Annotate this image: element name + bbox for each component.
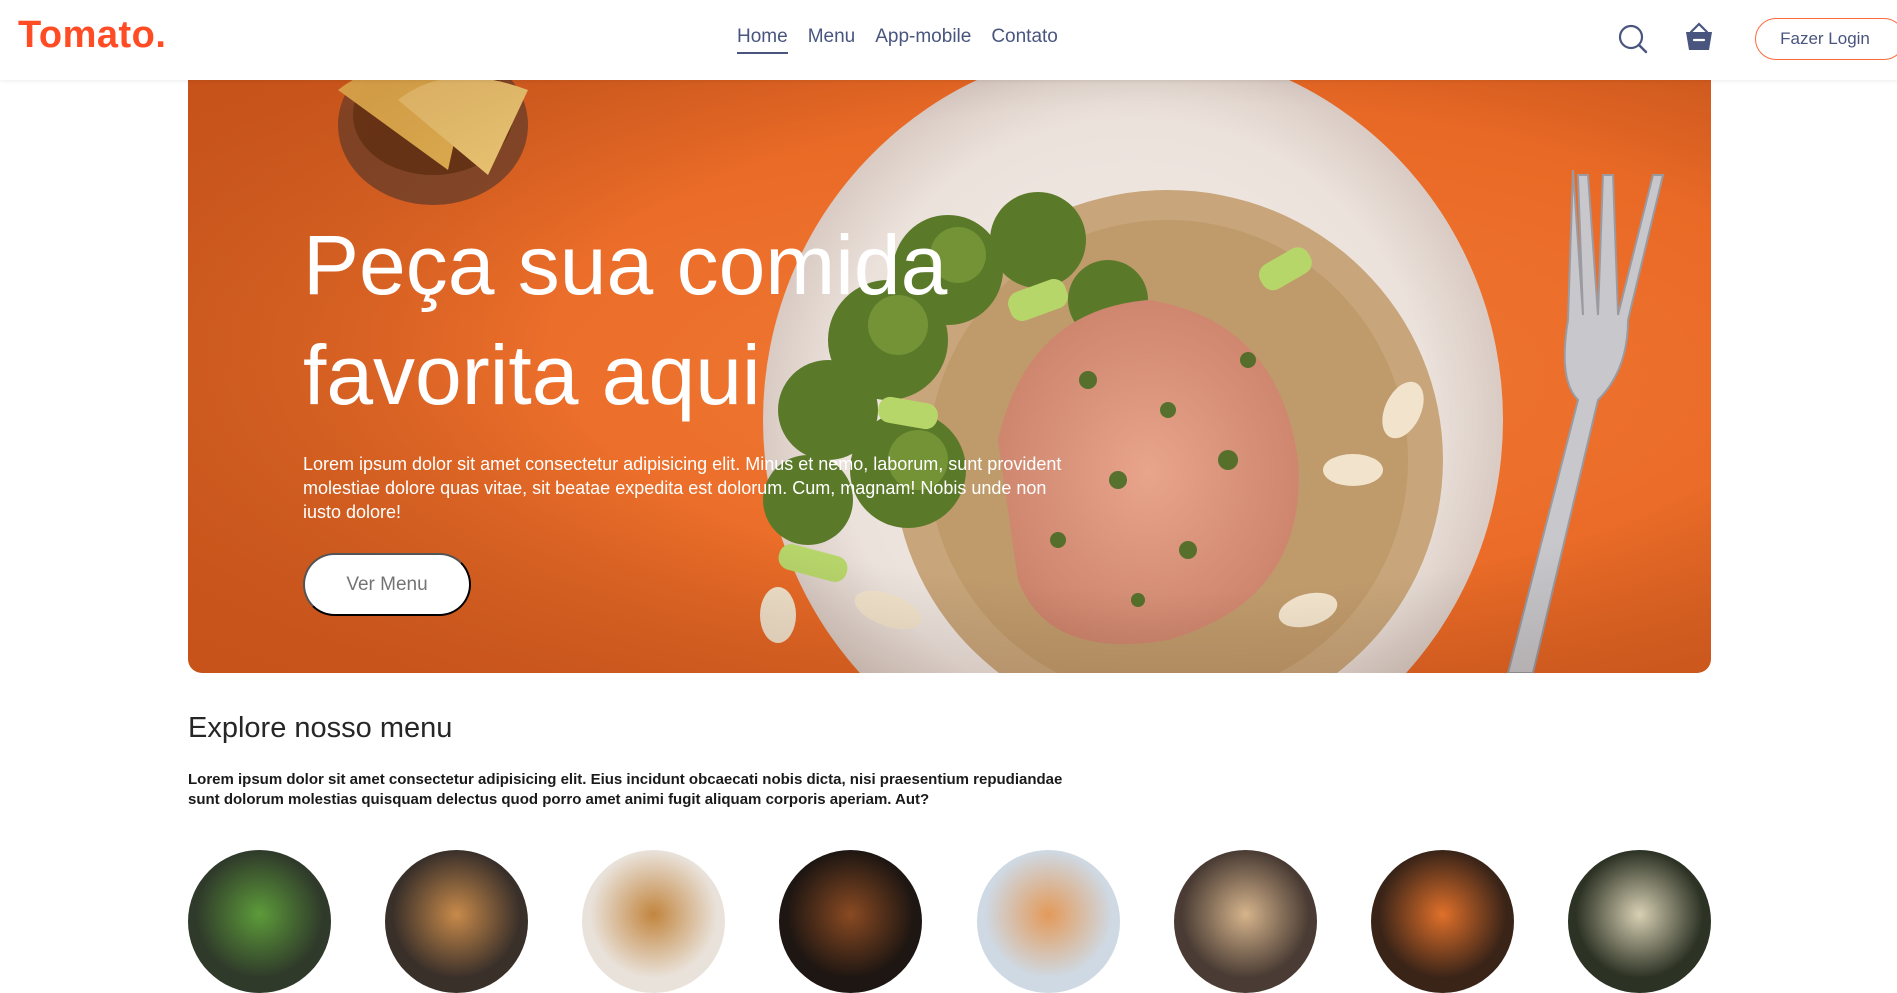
nav-links: Home Menu App-mobile Contato — [737, 26, 1058, 54]
menu-category-image[interactable] — [1173, 850, 1317, 993]
navbar: Tomato. Home Menu App-mobile Contato Faz… — [0, 0, 1897, 80]
search-icon[interactable] — [1616, 22, 1650, 56]
explore-menu-title: Explore nosso menu — [188, 712, 453, 744]
nav-link-contato[interactable]: Contato — [991, 26, 1058, 54]
menu-category-image[interactable] — [1567, 850, 1711, 993]
menu-category-image[interactable] — [976, 850, 1120, 993]
menu-category-image[interactable] — [582, 850, 726, 993]
logo[interactable]: Tomato. — [18, 14, 166, 57]
view-menu-button[interactable]: Ver Menu — [303, 553, 471, 616]
menu-category-image[interactable] — [779, 850, 923, 993]
menu-category-image[interactable] — [385, 850, 529, 993]
hero-description: Lorem ipsum dolor sit amet consectetur a… — [303, 454, 1062, 522]
menu-category-list — [188, 850, 1711, 993]
nav-link-home[interactable]: Home — [737, 26, 788, 54]
menu-category-image[interactable] — [188, 850, 331, 993]
login-button[interactable]: Fazer Login — [1755, 18, 1897, 60]
nav-link-app-mobile[interactable]: App-mobile — [875, 26, 971, 54]
explore-menu-description: Lorem ipsum dolor sit amet consectetur a… — [188, 771, 1063, 808]
hero-banner: Peça sua comida favorita aqui Lorem ipsu… — [188, 80, 1711, 673]
nav-link-menu[interactable]: Menu — [808, 26, 856, 54]
menu-category-image[interactable] — [1370, 850, 1514, 993]
basket-icon[interactable] — [1682, 20, 1716, 54]
hero-title: Peça sua comida favorita aqui — [303, 218, 948, 422]
